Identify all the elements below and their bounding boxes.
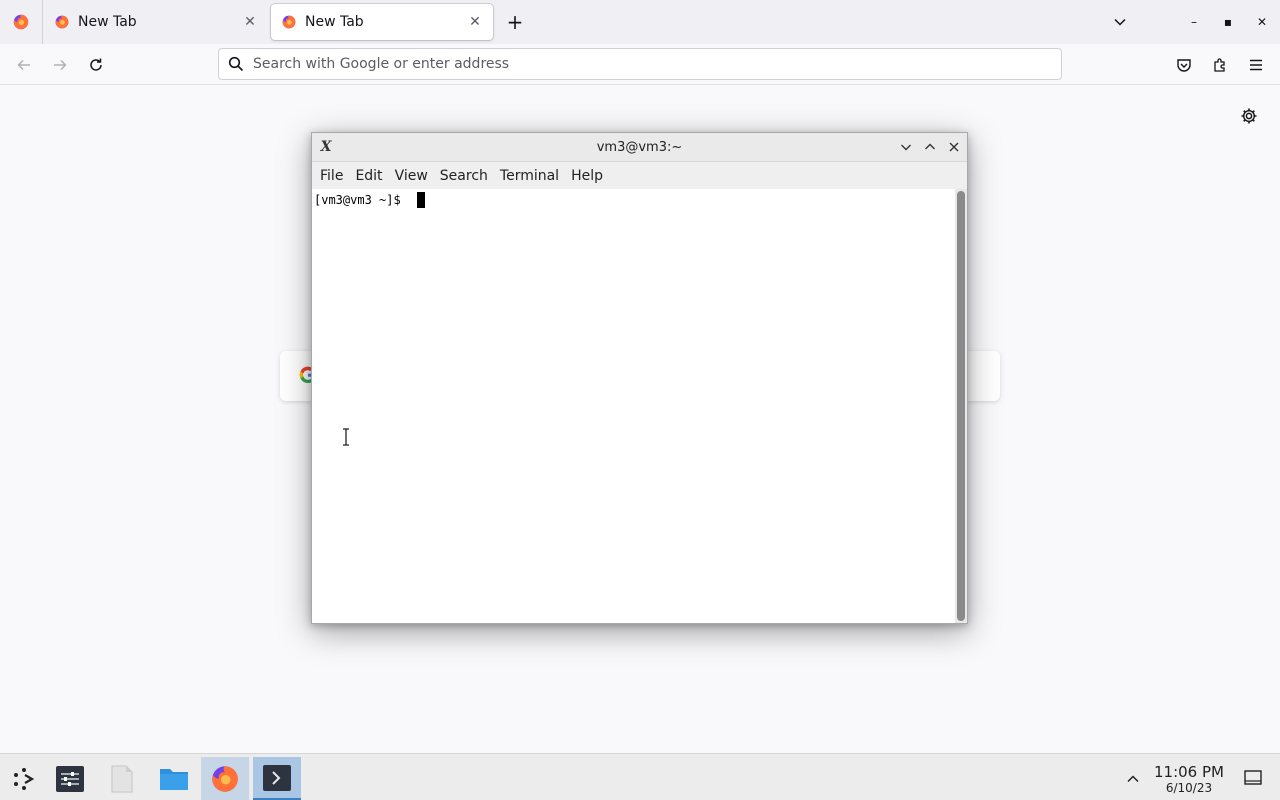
tab-title: New Tab (305, 14, 364, 30)
pocket-icon (1177, 59, 1191, 72)
terminal-window: X vm3@vm3:~ File Edit View Search Termin… (311, 132, 968, 624)
show-desktop-icon (1244, 770, 1262, 785)
search-icon (227, 55, 245, 73)
reload-icon (90, 58, 102, 71)
navigation-toolbar (0, 44, 1280, 85)
menu-help[interactable]: Help (565, 168, 609, 184)
close-icon (949, 142, 959, 152)
taskbar-system-settings[interactable] (46, 757, 94, 800)
minimize-button[interactable]: – (1182, 10, 1206, 34)
menu-terminal[interactable]: Terminal (494, 168, 565, 184)
tab-close-icon[interactable]: ✕ (463, 10, 487, 34)
chevron-down-icon (1114, 18, 1126, 26)
chevron-up-icon (1127, 775, 1139, 783)
back-button[interactable] (11, 52, 37, 78)
menu-file[interactable]: File (314, 168, 349, 184)
settings-sliders-icon (56, 766, 84, 792)
terminal-menubar: File Edit View Search Terminal Help (312, 162, 967, 189)
folder-icon (160, 769, 188, 790)
scrollbar-thumb[interactable] (957, 191, 965, 621)
menu-search[interactable]: Search (434, 168, 494, 184)
chevron-down-icon (901, 144, 911, 151)
address-bar[interactable] (218, 48, 1062, 80)
taskbar-document[interactable] (98, 757, 146, 800)
pocket-button[interactable] (1171, 52, 1197, 78)
firefox-icon (212, 766, 238, 792)
reload-button[interactable] (83, 52, 109, 78)
digital-clock[interactable]: 11:06 PM 6/10/23 (1150, 763, 1228, 796)
terminal-scrollbar[interactable] (955, 189, 967, 623)
close-window-button[interactable]: ✕ (1250, 10, 1274, 34)
gear-icon (1241, 108, 1257, 124)
list-all-tabs-button[interactable] (1108, 10, 1132, 34)
system-tray-expand-button[interactable] (1122, 768, 1144, 790)
taskbar-terminal[interactable] (253, 757, 301, 800)
maximize-button[interactable]: ▪ (1216, 10, 1240, 34)
tab-new-tab-1[interactable]: New Tab ✕ (44, 4, 268, 40)
mouse-ibeam-cursor-icon (343, 428, 349, 446)
tab-new-tab-2-active[interactable]: New Tab ✕ (271, 4, 493, 40)
taskbar: 11:06 PM 6/10/23 (0, 753, 1280, 800)
menu-edit[interactable]: Edit (349, 168, 388, 184)
firefox-icon (13, 14, 29, 30)
extensions-button[interactable] (1207, 52, 1233, 78)
terminal-close-button[interactable] (945, 138, 963, 156)
address-input[interactable] (253, 56, 1061, 72)
text-cursor (417, 192, 425, 208)
firefox-view-button[interactable] (0, 0, 42, 44)
clock-date: 6/10/23 (1165, 781, 1213, 795)
extensions-icon (1214, 58, 1225, 72)
hamburger-menu-icon (1250, 59, 1262, 71)
terminal-titlebar[interactable]: X vm3@vm3:~ (312, 133, 967, 162)
arrow-right-icon (54, 59, 67, 71)
tab-close-icon[interactable]: ✕ (238, 10, 262, 34)
new-tab-button[interactable]: + (503, 10, 527, 34)
firefox-favicon-icon (282, 15, 296, 29)
terminal-window-title: vm3@vm3:~ (596, 140, 683, 155)
terminal-maximize-button[interactable] (921, 138, 939, 156)
arrow-left-icon (17, 59, 30, 71)
clock-time: 11:06 PM (1154, 763, 1224, 781)
customize-new-tab-button[interactable] (1238, 105, 1260, 127)
browser-tab-strip: New Tab ✕ New Tab ✕ + – ▪ ✕ (0, 0, 1280, 44)
app-launcher-icon (14, 768, 35, 790)
forward-button[interactable] (47, 52, 73, 78)
taskbar-file-manager[interactable] (150, 757, 198, 800)
chevron-up-icon (925, 143, 935, 150)
tab-separator (42, 0, 43, 44)
terminal-output-area[interactable]: [vm3@vm3 ~]$ (312, 189, 955, 623)
taskbar-firefox[interactable] (201, 757, 249, 800)
terminal-icon (263, 764, 291, 791)
application-launcher-button[interactable] (0, 757, 48, 800)
terminal-minimize-button[interactable] (897, 138, 915, 156)
show-desktop-button[interactable] (1242, 767, 1264, 789)
menu-view[interactable]: View (389, 168, 434, 184)
app-menu-button[interactable] (1243, 52, 1269, 78)
firefox-favicon-icon (55, 15, 69, 29)
shell-prompt: [vm3@vm3 ~]$ (314, 193, 401, 207)
tab-title: New Tab (78, 14, 137, 30)
document-icon (111, 765, 133, 793)
